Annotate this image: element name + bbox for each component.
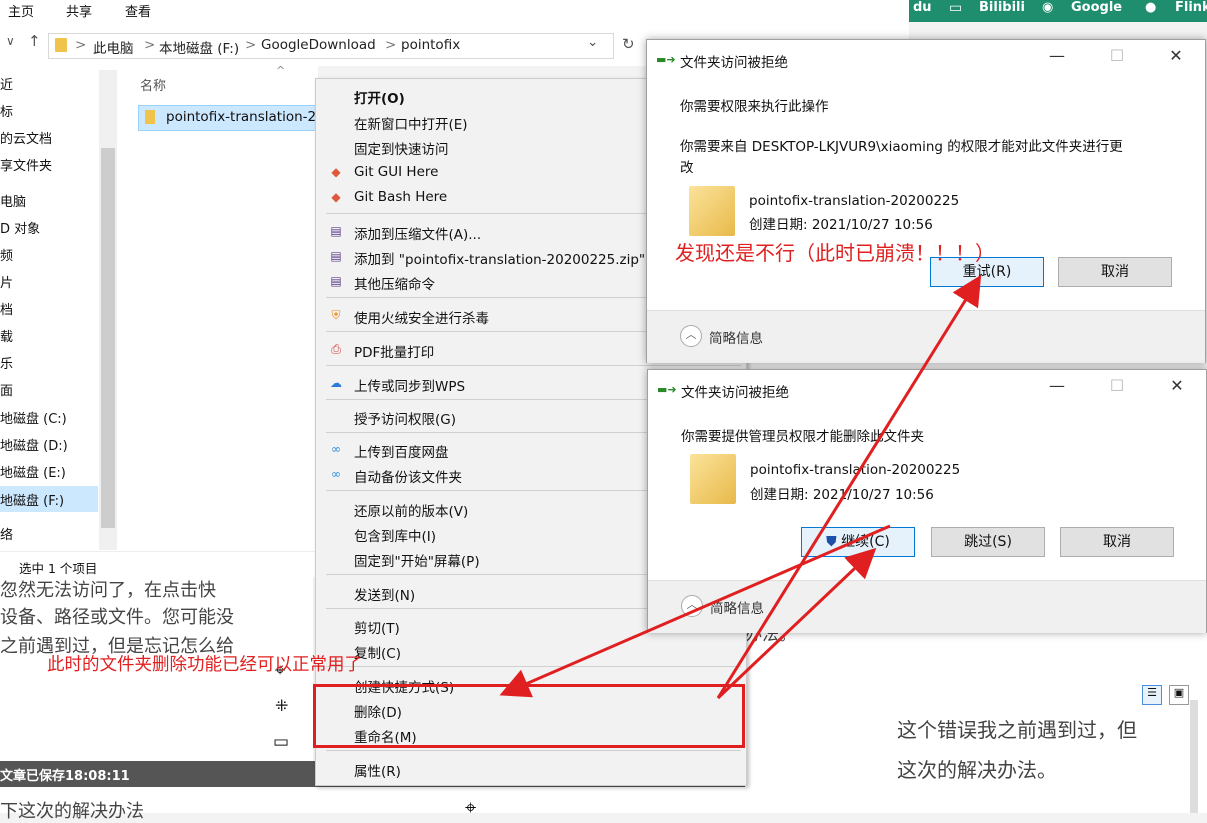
annotation-arrows — [499, 274, 982, 700]
annotation-arrow — [499, 524, 891, 698]
annotation-arrow — [716, 274, 982, 699]
